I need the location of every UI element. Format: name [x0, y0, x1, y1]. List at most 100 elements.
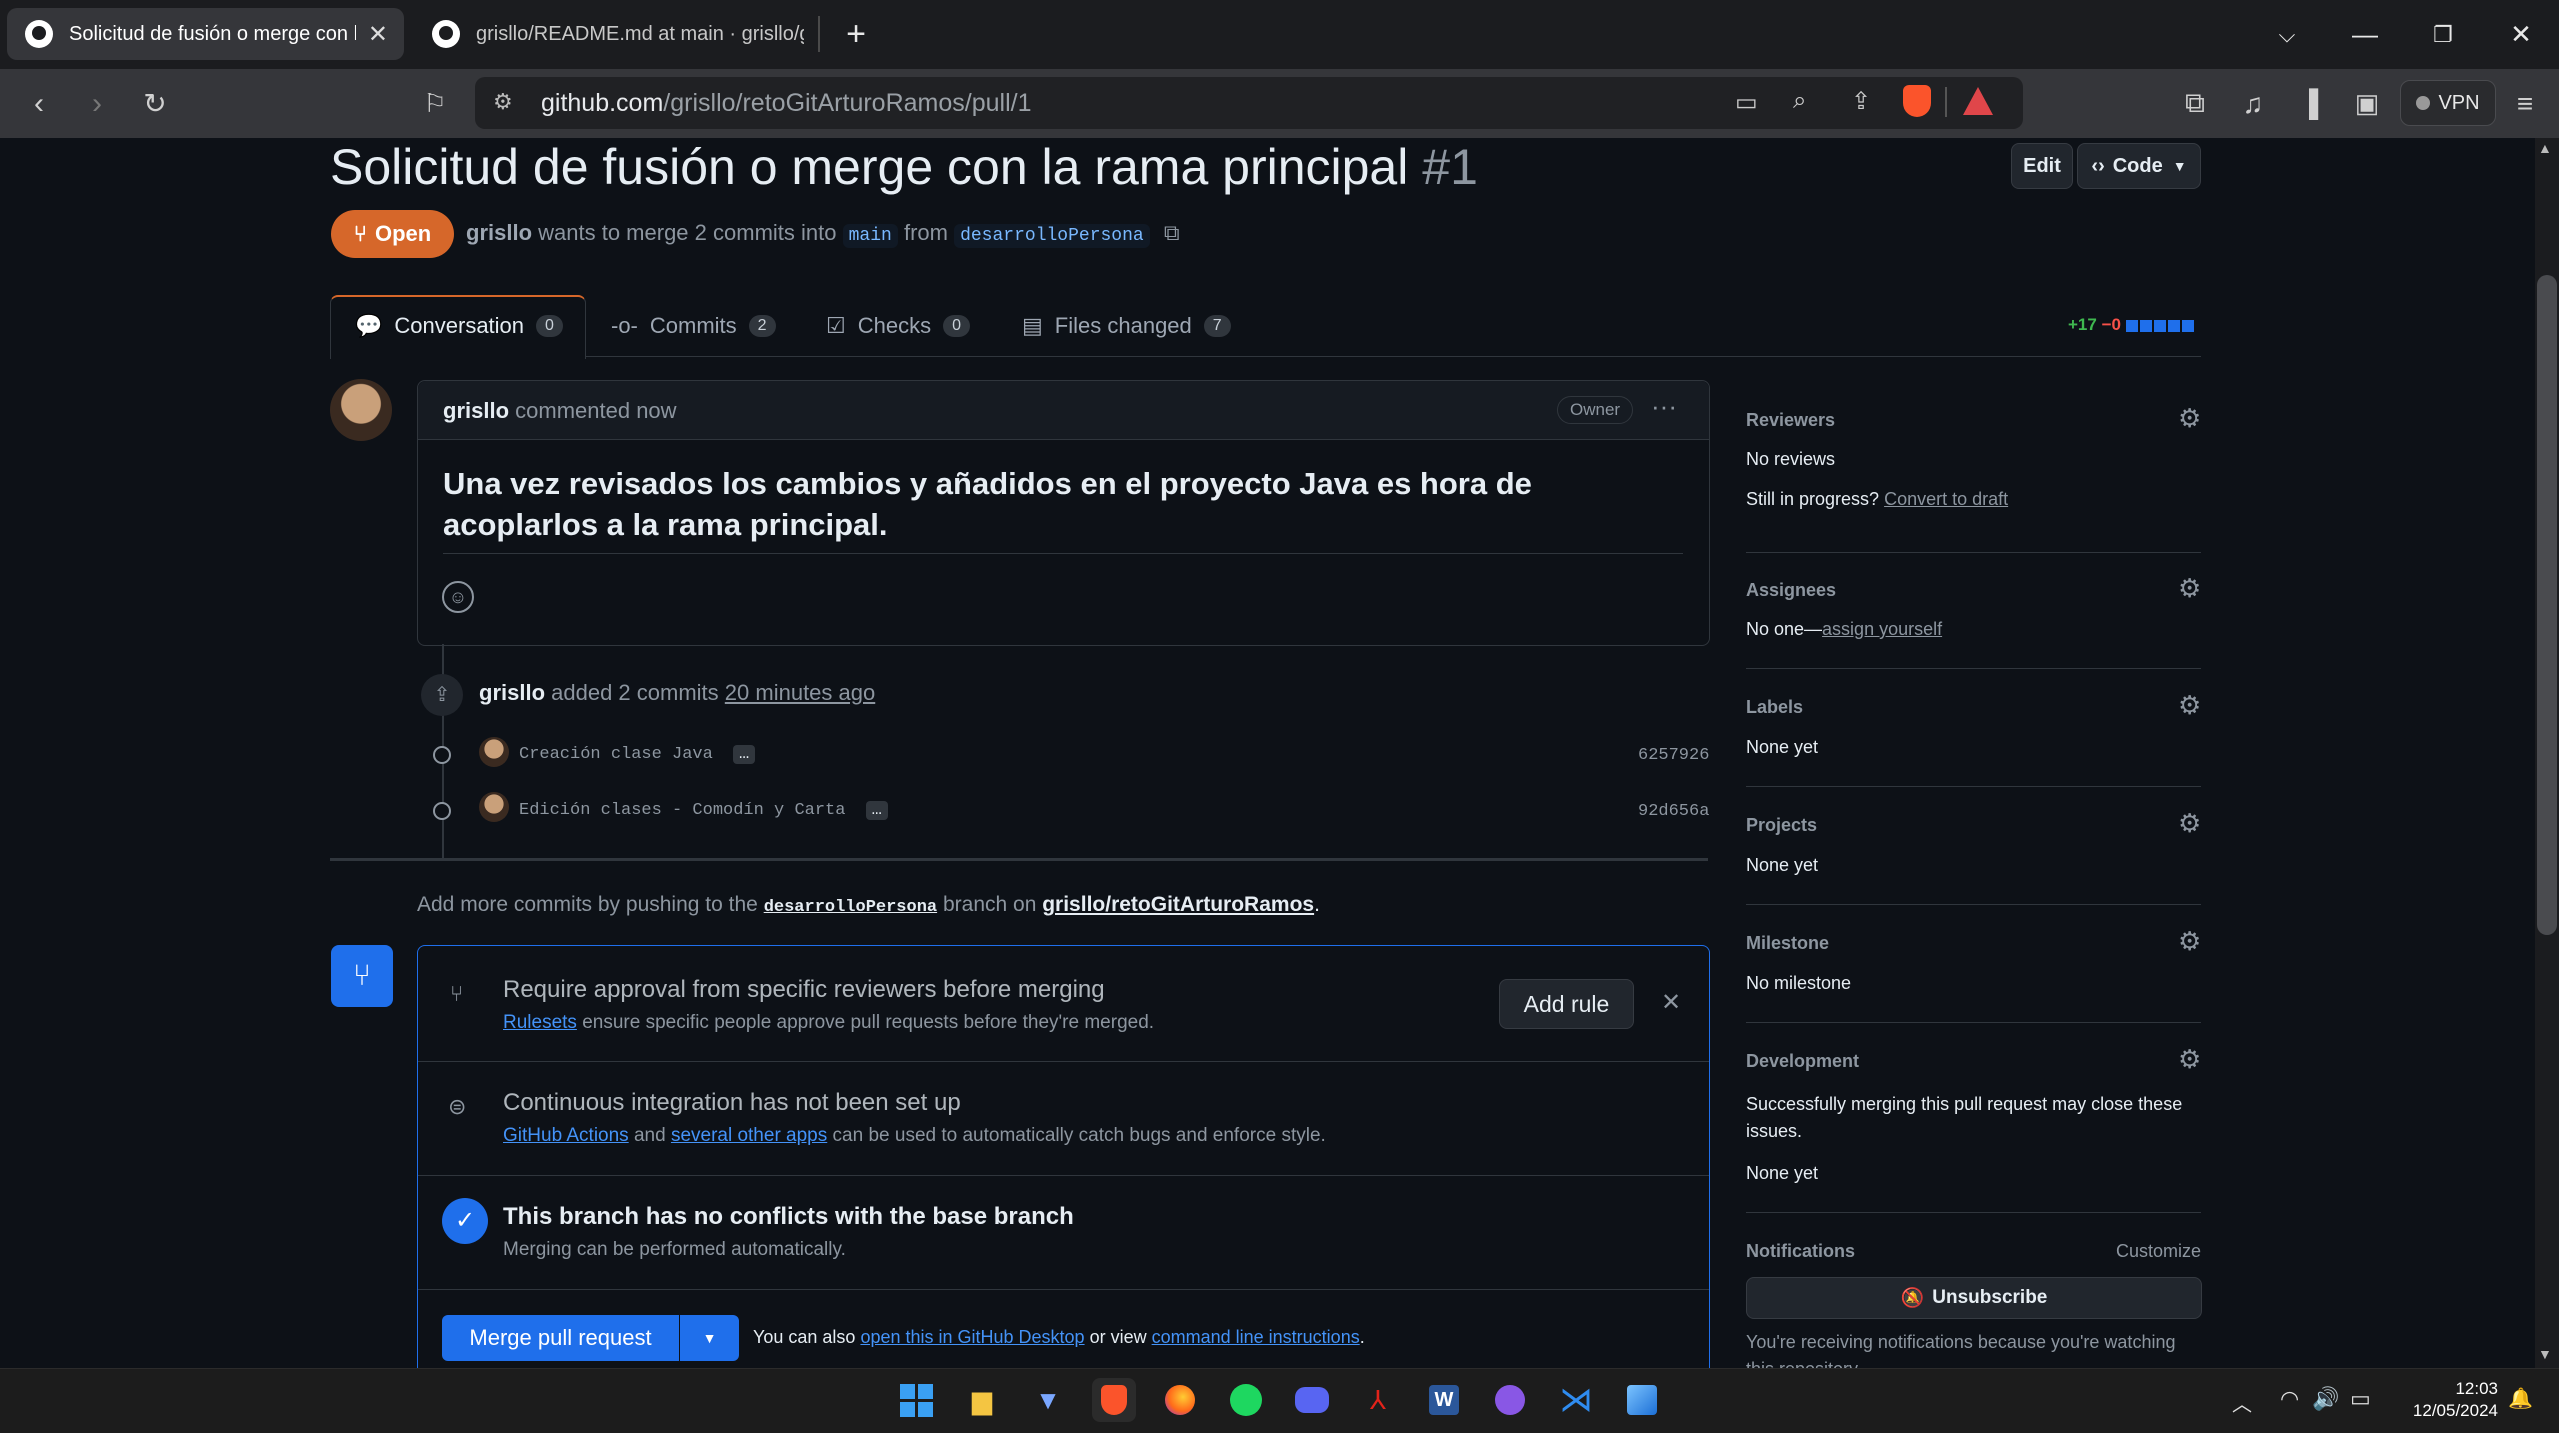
close-window-icon[interactable]: ✕ [2482, 0, 2559, 69]
add-reaction-icon[interactable]: ☺ [442, 581, 474, 613]
brave-shields-icon[interactable] [1903, 85, 1931, 117]
battery-icon[interactable]: ▭ [2350, 1386, 2371, 1412]
milestone-heading[interactable]: Milestone [1746, 933, 1829, 954]
development-heading[interactable]: Development [1746, 1051, 1859, 1072]
milestone-gear-icon[interactable]: ⚙ [2178, 926, 2201, 957]
brave-rewards-icon[interactable] [1963, 87, 1993, 115]
development-gear-icon[interactable]: ⚙ [2178, 1044, 2201, 1075]
code-button[interactable]: ‹› Code ▼ [2077, 143, 2201, 189]
customize-link[interactable]: Customize [2116, 1241, 2201, 1262]
add-rule-button[interactable]: Add rule [1499, 979, 1634, 1029]
browser-tab[interactable]: grisllo/README.md at main · grisllo/gris… [414, 8, 804, 60]
vscode-icon[interactable]: ⋊ [1554, 1378, 1598, 1422]
commit-sha[interactable]: 92d656a [1638, 802, 1709, 821]
head-branch[interactable]: desarrolloPersona [954, 224, 1150, 248]
zoom-icon[interactable]: ⌕ [1793, 87, 1806, 115]
cast-icon[interactable]: ▭ [1735, 88, 1758, 117]
reload-icon[interactable]: ↻ [126, 69, 184, 138]
new-tab-icon[interactable]: + [836, 12, 876, 56]
avatar[interactable] [330, 379, 392, 441]
browser-tab-active[interactable]: Solicitud de fusión o merge con la rama … [7, 8, 404, 60]
labels-gear-icon[interactable]: ⚙ [2178, 690, 2201, 721]
other-apps-link[interactable]: several other apps [671, 1125, 827, 1146]
edit-button[interactable]: Edit [2011, 143, 2073, 189]
scroll-up-icon[interactable]: ▲ [2538, 140, 2552, 156]
word-icon[interactable]: W [1422, 1378, 1466, 1422]
spotify-icon[interactable] [1224, 1378, 1268, 1422]
assignees-gear-icon[interactable]: ⚙ [2178, 573, 2201, 604]
share-icon[interactable]: ⇪ [1851, 87, 1871, 116]
push-hint-branch[interactable]: desarrolloPersona [764, 898, 937, 917]
vector-app-icon[interactable]: ▼ [1026, 1378, 1070, 1422]
photos-icon[interactable] [1620, 1378, 1664, 1422]
assign-yourself-link[interactable]: assign yourself [1822, 619, 1942, 639]
commit-author-avatar[interactable] [479, 737, 509, 767]
github-actions-link[interactable]: GitHub Actions [503, 1125, 629, 1146]
cli-instructions-link[interactable]: command line instructions [1152, 1327, 1360, 1347]
merge-pull-request-button[interactable]: Merge pull request [442, 1315, 679, 1361]
open-desktop-link[interactable]: open this in GitHub Desktop [860, 1327, 1084, 1347]
commit-message[interactable]: Creación clase Java … [519, 745, 756, 764]
discord-icon[interactable] [1290, 1378, 1334, 1422]
reviewers-heading[interactable]: Reviewers [1746, 410, 1835, 431]
commit-author-avatar[interactable] [479, 792, 509, 822]
commit-message-text[interactable]: Creación clase Java [519, 745, 713, 764]
rulesets-link[interactable]: Rulesets [503, 1012, 577, 1033]
extensions-icon[interactable]: ⧉ [2166, 69, 2224, 138]
dismiss-icon[interactable]: ✕ [1661, 988, 1681, 1017]
address-bar[interactable]: ⚙ github.com/grisllo/retoGitArturoRamos/… [475, 77, 2023, 129]
close-tab-icon[interactable]: ✕ [368, 20, 388, 49]
convert-to-draft-link[interactable]: Convert to draft [1884, 489, 2008, 509]
start-icon[interactable] [894, 1378, 938, 1422]
labels-heading[interactable]: Labels [1746, 697, 1803, 718]
commit-message[interactable]: Edición clases - Comodín y Carta … [519, 801, 888, 820]
pr-author-link[interactable]: grisllo [466, 220, 532, 245]
github-desktop-icon[interactable] [1488, 1378, 1532, 1422]
back-icon[interactable]: ‹ [10, 69, 68, 138]
wifi-icon[interactable]: ◠ [2280, 1386, 2299, 1412]
commit-message-text[interactable]: Edición clases - Comodín y Carta [519, 801, 845, 820]
tab-commits[interactable]: -o- Commits 2 [611, 296, 776, 356]
push-hint-repo[interactable]: grisllo/retoGitArturoRamos [1042, 893, 1314, 916]
merge-options-dropdown[interactable]: ▼ [680, 1315, 739, 1361]
media-icon[interactable]: ♫ [2224, 69, 2282, 138]
wallet-icon[interactable]: ▣ [2338, 69, 2396, 138]
copy-icon[interactable]: ⧉ [1164, 220, 1180, 245]
file-explorer-icon[interactable]: ▆ [960, 1378, 1004, 1422]
tray-chevron-up-icon[interactable]: ︿ [2232, 1388, 2252, 1417]
acrobat-icon[interactable]: ⅄ [1356, 1378, 1400, 1422]
forward-icon[interactable]: › [68, 69, 126, 138]
minimize-icon[interactable]: — [2326, 0, 2404, 69]
expand-commit-button[interactable]: … [733, 745, 756, 764]
base-branch[interactable]: main [842, 224, 898, 248]
clock[interactable]: 12:03 12/05/2024 [2398, 1378, 2498, 1422]
tab-files-changed[interactable]: ▤ Files changed 7 [1022, 296, 1231, 356]
scroll-down-icon[interactable]: ▼ [2538, 1346, 2552, 1362]
site-settings-icon[interactable]: ⚙ [493, 89, 513, 115]
firefox-icon[interactable] [1158, 1378, 1202, 1422]
volume-icon[interactable]: 🔊 [2312, 1386, 2339, 1412]
comment-author[interactable]: grisllo [443, 398, 509, 423]
more-options-icon[interactable]: ··· [1651, 391, 1677, 422]
notification-bell-icon[interactable]: 🔔 [2508, 1386, 2533, 1411]
event-time[interactable]: 20 minutes ago [725, 680, 875, 705]
projects-gear-icon[interactable]: ⚙ [2178, 808, 2201, 839]
assignees-heading[interactable]: Assignees [1746, 580, 1836, 601]
restore-icon[interactable]: ❐ [2404, 0, 2482, 69]
sidebar-toggle-icon[interactable]: ▐ [2280, 69, 2338, 138]
expand-commit-button[interactable]: … [865, 801, 888, 820]
tab-checks[interactable]: ☑ Checks 0 [826, 296, 970, 356]
tab-conversation-label[interactable]: 💬 Conversation 0 [355, 296, 563, 356]
vpn-button[interactable]: VPN [2400, 80, 2496, 126]
event-author[interactable]: grisllo [479, 680, 545, 705]
brave-browser-icon[interactable] [1092, 1378, 1136, 1422]
projects-heading[interactable]: Projects [1746, 815, 1817, 836]
commit-sha[interactable]: 6257926 [1638, 746, 1709, 765]
reviewers-gear-icon[interactable]: ⚙ [2178, 403, 2201, 434]
scrollbar-thumb[interactable] [2537, 275, 2557, 935]
comment-time[interactable]: commented now [515, 398, 676, 423]
tab-list-chevron-icon[interactable]: ⌵ [2248, 0, 2326, 69]
menu-icon[interactable]: ≡ [2496, 69, 2554, 138]
bookmark-icon[interactable]: ⚐ [406, 69, 464, 138]
unsubscribe-button[interactable]: 🔕 Unsubscribe [1746, 1277, 2202, 1319]
